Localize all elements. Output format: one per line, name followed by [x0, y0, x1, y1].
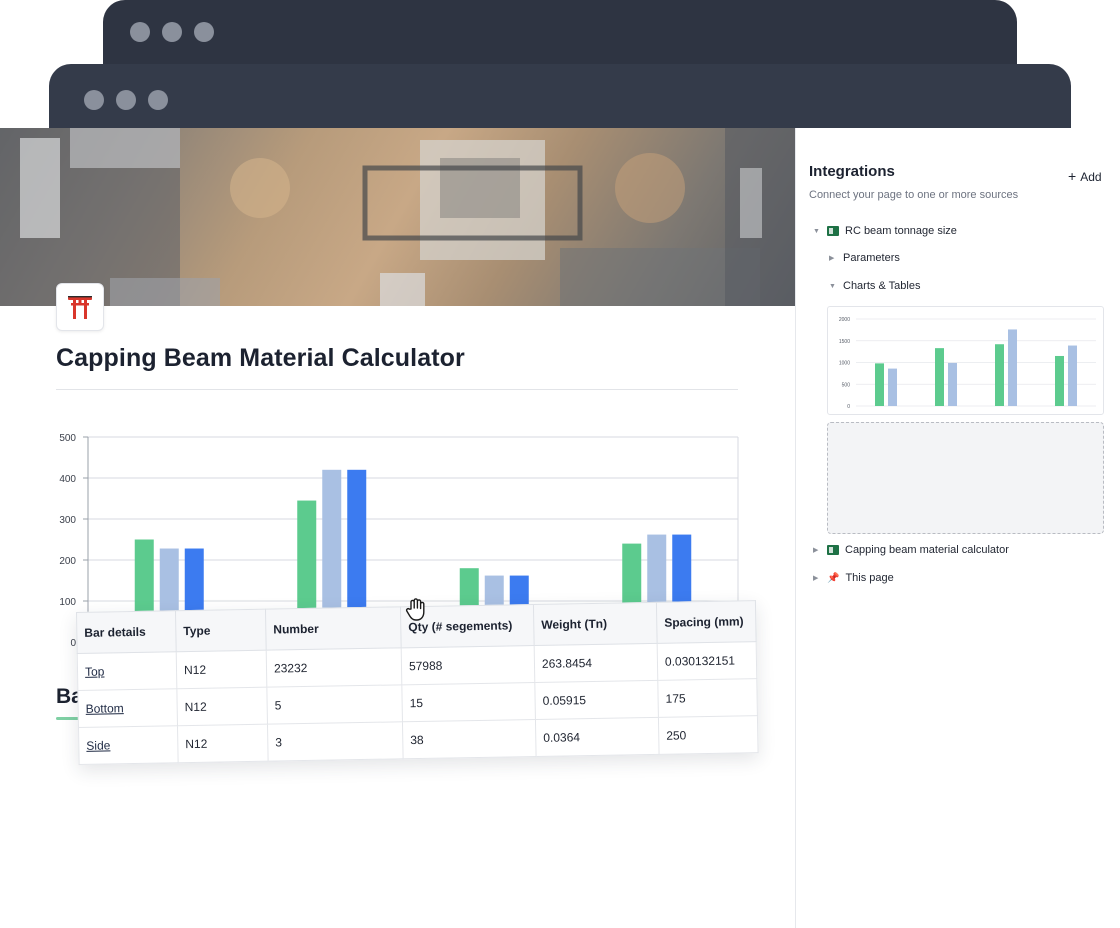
chart-thumbnail-svg: 2000 1500 1000 500 0	[839, 317, 1096, 410]
mini-bar	[1068, 345, 1077, 406]
mini-bar	[888, 368, 897, 406]
mini-bar	[948, 362, 957, 406]
tree-item-charts-tables[interactable]: ▼ Charts & Tables	[829, 280, 920, 292]
table-cell[interactable]: 263.8454	[534, 643, 658, 683]
page-title: Capping Beam Material Calculator	[56, 344, 465, 372]
table-cell[interactable]: N12	[176, 650, 267, 689]
y-tick-label: 400	[59, 474, 76, 485]
y-tick-label: 500	[842, 382, 851, 388]
tree-item-parameters[interactable]: ▶ Parameters	[829, 252, 900, 264]
y-tick-label: 0	[847, 404, 850, 410]
table-cell[interactable]: 0.05915	[534, 680, 659, 720]
plus-icon: +	[1068, 168, 1077, 184]
y-tick-label: 2000	[839, 317, 850, 323]
tree-item-label: Charts & Tables	[843, 280, 921, 292]
tree-item-this-page[interactable]: ▶ 📌 This page	[813, 572, 894, 584]
table-cell[interactable]: 57988	[401, 645, 535, 685]
chevron-right-icon[interactable]: ▶	[813, 574, 821, 582]
row-link[interactable]: Bottom	[86, 701, 124, 716]
add-button[interactable]: + Add	[1068, 168, 1102, 184]
pin-icon: 📌	[827, 572, 840, 584]
y-tick-label: 500	[59, 433, 76, 444]
y-tick-label: 1000	[839, 361, 850, 367]
window-dot-icon	[84, 90, 104, 110]
chevron-down-icon[interactable]: ▼	[813, 228, 821, 235]
row-link[interactable]: Side	[86, 738, 110, 752]
table-cell[interactable]: 38	[402, 719, 537, 759]
table-cell[interactable]: Side	[78, 725, 179, 765]
excel-icon	[827, 226, 839, 236]
sidebar-title: Integrations	[809, 163, 895, 180]
y-tick-label: 200	[59, 556, 76, 567]
table-cell[interactable]: Bottom	[77, 688, 178, 728]
window-dot-icon	[130, 22, 150, 42]
table-cell[interactable]: Top	[77, 651, 177, 691]
title-divider	[56, 389, 738, 390]
tree-item-label: This page	[845, 572, 894, 584]
table-cell[interactable]: 0.0364	[535, 717, 660, 757]
mini-bar	[1055, 355, 1064, 406]
tree-item-label: Parameters	[843, 252, 900, 264]
torii-gate-icon[interactable]	[56, 283, 104, 331]
column-header[interactable]: Type	[175, 609, 267, 652]
tree-item-label: Capping beam material calculator	[845, 544, 1009, 556]
tree-item-label: RC beam tonnage size	[845, 225, 957, 237]
mini-bar	[1008, 329, 1017, 406]
chart-thumbnail[interactable]: 2000 1500 1000 500 0	[827, 306, 1104, 415]
column-header[interactable]: Spacing (mm)	[656, 600, 757, 644]
y-tick-label: 300	[59, 515, 76, 526]
y-tick-label: 1500	[839, 339, 850, 345]
table-cell[interactable]: N12	[177, 724, 269, 763]
hand-cursor-icon	[404, 597, 430, 628]
table-cell[interactable]: 15	[401, 682, 536, 722]
table-cell[interactable]: 250	[658, 715, 759, 755]
table-cell[interactable]: 5	[266, 684, 403, 725]
table-cell[interactable]: N12	[176, 687, 268, 726]
column-header[interactable]: Bar details	[76, 610, 177, 654]
table-cell[interactable]: 3	[267, 721, 404, 762]
table-cell[interactable]: 175	[657, 678, 758, 718]
window-dot-icon	[162, 22, 182, 42]
mini-bar	[935, 348, 944, 406]
tree-item-capping-beam[interactable]: ▶ Capping beam material calculator	[813, 544, 1009, 556]
sidebar-subtitle: Connect your page to one or more sources	[809, 189, 1019, 201]
chevron-down-icon[interactable]: ▼	[829, 283, 837, 290]
mini-bar	[875, 363, 884, 406]
y-tick-label: 100	[59, 597, 76, 608]
excel-icon	[827, 545, 839, 555]
column-header[interactable]: Number	[265, 606, 402, 651]
chevron-right-icon[interactable]: ▶	[829, 254, 837, 262]
window-dot-icon	[116, 90, 136, 110]
mini-bar	[995, 344, 1004, 406]
add-label: Add	[1080, 170, 1102, 184]
window-dot-icon	[148, 90, 168, 110]
chevron-right-icon[interactable]: ▶	[813, 546, 821, 554]
table-cell[interactable]: 23232	[266, 647, 402, 688]
integrations-sidebar: Integrations + Add Connect your page to o…	[795, 128, 1120, 928]
column-header[interactable]: Weight (Tn)	[533, 602, 658, 646]
drop-zone[interactable]	[827, 422, 1104, 534]
tree-item-rc-beam[interactable]: ▼ RC beam tonnage size	[813, 225, 957, 237]
window-dot-icon	[194, 22, 214, 42]
row-link[interactable]: Top	[85, 665, 105, 679]
table-cell[interactable]: 0.030132151	[657, 641, 757, 681]
document-page: Capping Beam Material Calculator 500 400 3…	[0, 128, 795, 928]
cover-image[interactable]	[0, 128, 795, 306]
